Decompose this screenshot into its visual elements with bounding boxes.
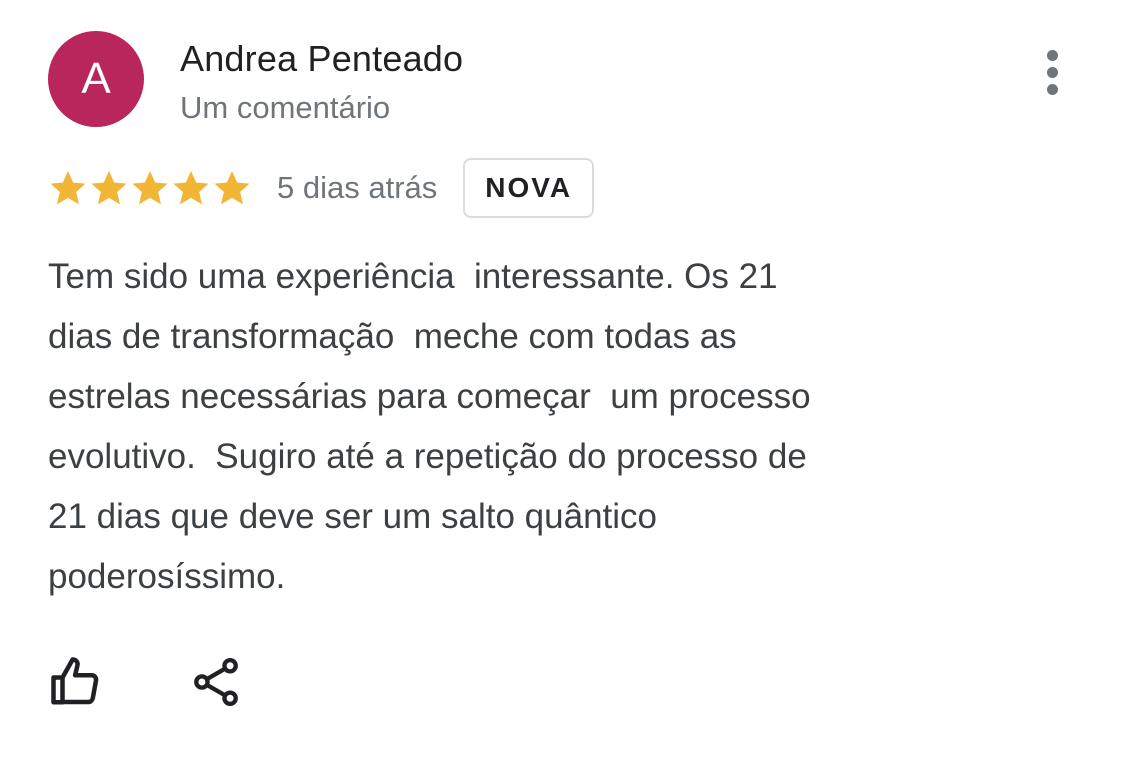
avatar-letter: A: [81, 54, 111, 103]
like-button[interactable]: [48, 654, 104, 710]
review-actions: [48, 654, 244, 710]
author-review-count: Um comentário: [180, 90, 391, 125]
star-icon: [132, 171, 168, 205]
thumb-up-icon: [51, 657, 99, 705]
new-badge: NOVA: [463, 158, 595, 218]
review-date: 5 dias atrás: [277, 170, 438, 205]
more-options-button[interactable]: [1038, 50, 1068, 96]
star-icon: [173, 171, 209, 205]
review-text: Tem sido uma experiência interessante. O…: [48, 257, 811, 596]
share-button[interactable]: [188, 654, 244, 710]
rating-row: 5 dias atrás NOVA: [48, 158, 595, 218]
avatar[interactable]: A: [48, 31, 144, 127]
share-icon: [194, 657, 238, 707]
star-icon: [50, 171, 86, 205]
review-card: A Andrea Penteado Um comentário 5 dias a…: [0, 0, 1125, 768]
star-icon: [214, 171, 250, 205]
star-rating: [48, 168, 253, 208]
star-icon: [91, 171, 127, 205]
author-name[interactable]: Andrea Penteado: [180, 38, 463, 80]
